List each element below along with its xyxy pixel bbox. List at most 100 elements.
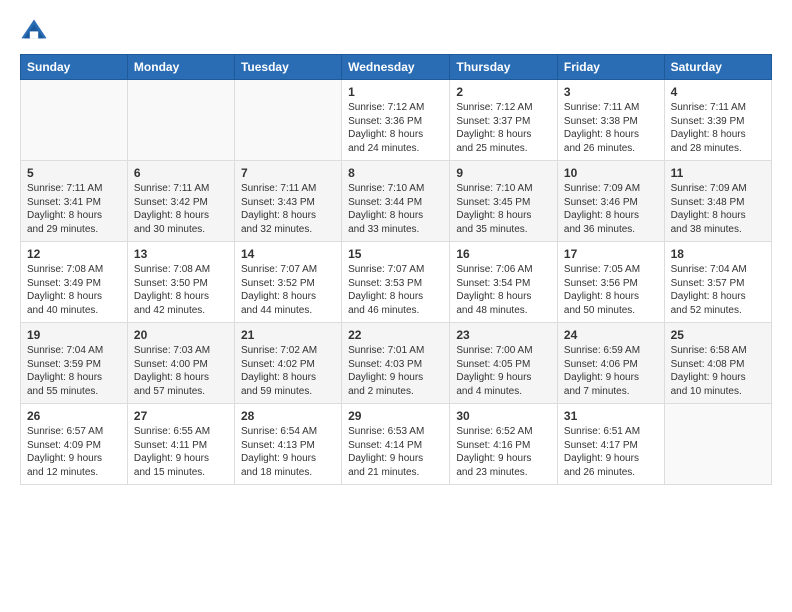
day-info: Sunrise: 7:04 AM Sunset: 3:59 PM Dayligh…	[27, 344, 121, 398]
logo	[20, 16, 52, 44]
logo-icon	[20, 16, 48, 44]
day-number: 11	[671, 166, 765, 180]
day-info: Sunrise: 7:11 AM Sunset: 3:38 PM Dayligh…	[564, 101, 658, 155]
day-number: 17	[564, 247, 658, 261]
day-number: 30	[456, 409, 551, 423]
day-number: 24	[564, 328, 658, 342]
day-number: 12	[27, 247, 121, 261]
day-info: Sunrise: 7:02 AM Sunset: 4:02 PM Dayligh…	[241, 344, 335, 398]
day-info: Sunrise: 6:59 AM Sunset: 4:06 PM Dayligh…	[564, 344, 658, 398]
calendar-cell: 26 Sunrise: 6:57 AM Sunset: 4:09 PM Dayli…	[21, 404, 128, 485]
day-number: 15	[348, 247, 443, 261]
calendar-table: SundayMondayTuesdayWednesdayThursdayFrid…	[20, 54, 772, 485]
day-info: Sunrise: 7:10 AM Sunset: 3:45 PM Dayligh…	[456, 182, 551, 236]
weekday-header-wednesday: Wednesday	[342, 55, 450, 80]
day-info: Sunrise: 6:52 AM Sunset: 4:16 PM Dayligh…	[456, 425, 551, 479]
calendar-cell	[21, 80, 128, 161]
day-number: 26	[27, 409, 121, 423]
day-info: Sunrise: 7:07 AM Sunset: 3:52 PM Dayligh…	[241, 263, 335, 317]
day-number: 16	[456, 247, 551, 261]
calendar-cell: 5Sunrise: 7:11 AM Sunset: 3:41 PM Daylig…	[21, 161, 128, 242]
day-info: Sunrise: 7:08 AM Sunset: 3:49 PM Dayligh…	[27, 263, 121, 317]
calendar-cell: 31 Sunrise: 6:51 AM Sunset: 4:17 PM Dayli…	[557, 404, 664, 485]
weekday-header-tuesday: Tuesday	[234, 55, 341, 80]
calendar-week-1: 5Sunrise: 7:11 AM Sunset: 3:41 PM Daylig…	[21, 161, 772, 242]
day-info: Sunrise: 6:57 AM Sunset: 4:09 PM Dayligh…	[27, 425, 121, 479]
day-info: Sunrise: 7:03 AM Sunset: 4:00 PM Dayligh…	[134, 344, 228, 398]
calendar-cell: 8 Sunrise: 7:10 AM Sunset: 3:44 PM Daylig…	[342, 161, 450, 242]
page: SundayMondayTuesdayWednesdayThursdayFrid…	[0, 0, 792, 612]
day-info: Sunrise: 7:09 AM Sunset: 3:48 PM Dayligh…	[671, 182, 765, 236]
calendar-cell: 20 Sunrise: 7:03 AM Sunset: 4:00 PM Dayli…	[127, 323, 234, 404]
calendar-cell: 12 Sunrise: 7:08 AM Sunset: 3:49 PM Dayli…	[21, 242, 128, 323]
day-number: 18	[671, 247, 765, 261]
weekday-header-sunday: Sunday	[21, 55, 128, 80]
day-info: Sunrise: 7:07 AM Sunset: 3:53 PM Dayligh…	[348, 263, 443, 317]
day-info: Sunrise: 7:08 AM Sunset: 3:50 PM Dayligh…	[134, 263, 228, 317]
calendar-cell: 22 Sunrise: 7:01 AM Sunset: 4:03 PM Dayli…	[342, 323, 450, 404]
day-number: 31	[564, 409, 658, 423]
day-info: Sunrise: 7:00 AM Sunset: 4:05 PM Dayligh…	[456, 344, 551, 398]
day-info: Sunrise: 6:55 AM Sunset: 4:11 PM Dayligh…	[134, 425, 228, 479]
day-info: Sunrise: 7:11 AM Sunset: 3:43 PM Dayligh…	[241, 182, 335, 236]
day-number: 4	[671, 85, 765, 99]
calendar-cell: 25Sunrise: 6:58 AM Sunset: 4:08 PM Dayli…	[664, 323, 771, 404]
day-number: 23	[456, 328, 551, 342]
day-number: 25	[671, 328, 765, 342]
day-number: 6	[134, 166, 228, 180]
day-number: 22	[348, 328, 443, 342]
day-info: Sunrise: 6:54 AM Sunset: 4:13 PM Dayligh…	[241, 425, 335, 479]
calendar-cell: 27 Sunrise: 6:55 AM Sunset: 4:11 PM Dayli…	[127, 404, 234, 485]
day-info: Sunrise: 7:05 AM Sunset: 3:56 PM Dayligh…	[564, 263, 658, 317]
calendar-cell: 9 Sunrise: 7:10 AM Sunset: 3:45 PM Daylig…	[450, 161, 558, 242]
calendar-week-4: 26 Sunrise: 6:57 AM Sunset: 4:09 PM Dayli…	[21, 404, 772, 485]
calendar-cell: 13 Sunrise: 7:08 AM Sunset: 3:50 PM Dayli…	[127, 242, 234, 323]
weekday-header-friday: Friday	[557, 55, 664, 80]
day-number: 3	[564, 85, 658, 99]
calendar-week-2: 12 Sunrise: 7:08 AM Sunset: 3:49 PM Dayli…	[21, 242, 772, 323]
day-number: 7	[241, 166, 335, 180]
calendar-cell: 18 Sunrise: 7:04 AM Sunset: 3:57 PM Dayli…	[664, 242, 771, 323]
day-info: Sunrise: 7:06 AM Sunset: 3:54 PM Dayligh…	[456, 263, 551, 317]
calendar-cell: 23 Sunrise: 7:00 AM Sunset: 4:05 PM Dayli…	[450, 323, 558, 404]
day-info: Sunrise: 7:04 AM Sunset: 3:57 PM Dayligh…	[671, 263, 765, 317]
day-number: 13	[134, 247, 228, 261]
calendar-cell: 3 Sunrise: 7:11 AM Sunset: 3:38 PM Daylig…	[557, 80, 664, 161]
calendar-cell: 16 Sunrise: 7:06 AM Sunset: 3:54 PM Dayli…	[450, 242, 558, 323]
weekday-header-thursday: Thursday	[450, 55, 558, 80]
day-info: Sunrise: 7:11 AM Sunset: 3:39 PM Dayligh…	[671, 101, 765, 155]
calendar-week-3: 19 Sunrise: 7:04 AM Sunset: 3:59 PM Dayli…	[21, 323, 772, 404]
calendar-cell: 28Sunrise: 6:54 AM Sunset: 4:13 PM Dayli…	[234, 404, 341, 485]
calendar-cell: 10Sunrise: 7:09 AM Sunset: 3:46 PM Dayli…	[557, 161, 664, 242]
day-info: Sunrise: 7:11 AM Sunset: 3:41 PM Dayligh…	[27, 182, 121, 236]
calendar-week-0: 1 Sunrise: 7:12 AM Sunset: 3:36 PM Daylig…	[21, 80, 772, 161]
calendar-cell: 29Sunrise: 6:53 AM Sunset: 4:14 PM Dayli…	[342, 404, 450, 485]
calendar-cell: 11 Sunrise: 7:09 AM Sunset: 3:48 PM Dayli…	[664, 161, 771, 242]
day-number: 1	[348, 85, 443, 99]
calendar-cell	[234, 80, 341, 161]
calendar-cell	[127, 80, 234, 161]
day-number: 29	[348, 409, 443, 423]
day-number: 19	[27, 328, 121, 342]
calendar-cell: 6Sunrise: 7:11 AM Sunset: 3:42 PM Daylig…	[127, 161, 234, 242]
day-info: Sunrise: 7:01 AM Sunset: 4:03 PM Dayligh…	[348, 344, 443, 398]
calendar-cell: 2 Sunrise: 7:12 AM Sunset: 3:37 PM Daylig…	[450, 80, 558, 161]
calendar-cell: 19 Sunrise: 7:04 AM Sunset: 3:59 PM Dayli…	[21, 323, 128, 404]
day-info: Sunrise: 7:10 AM Sunset: 3:44 PM Dayligh…	[348, 182, 443, 236]
calendar-cell: 24 Sunrise: 6:59 AM Sunset: 4:06 PM Dayli…	[557, 323, 664, 404]
day-number: 14	[241, 247, 335, 261]
calendar-cell: 7 Sunrise: 7:11 AM Sunset: 3:43 PM Daylig…	[234, 161, 341, 242]
day-number: 27	[134, 409, 228, 423]
day-info: Sunrise: 7:09 AM Sunset: 3:46 PM Dayligh…	[564, 182, 658, 236]
header	[20, 16, 772, 44]
day-info: Sunrise: 6:51 AM Sunset: 4:17 PM Dayligh…	[564, 425, 658, 479]
day-info: Sunrise: 7:12 AM Sunset: 3:37 PM Dayligh…	[456, 101, 551, 155]
weekday-header-saturday: Saturday	[664, 55, 771, 80]
day-info: Sunrise: 7:12 AM Sunset: 3:36 PM Dayligh…	[348, 101, 443, 155]
day-number: 20	[134, 328, 228, 342]
calendar-cell	[664, 404, 771, 485]
day-number: 8	[348, 166, 443, 180]
day-number: 2	[456, 85, 551, 99]
day-number: 9	[456, 166, 551, 180]
calendar-cell: 4 Sunrise: 7:11 AM Sunset: 3:39 PM Daylig…	[664, 80, 771, 161]
